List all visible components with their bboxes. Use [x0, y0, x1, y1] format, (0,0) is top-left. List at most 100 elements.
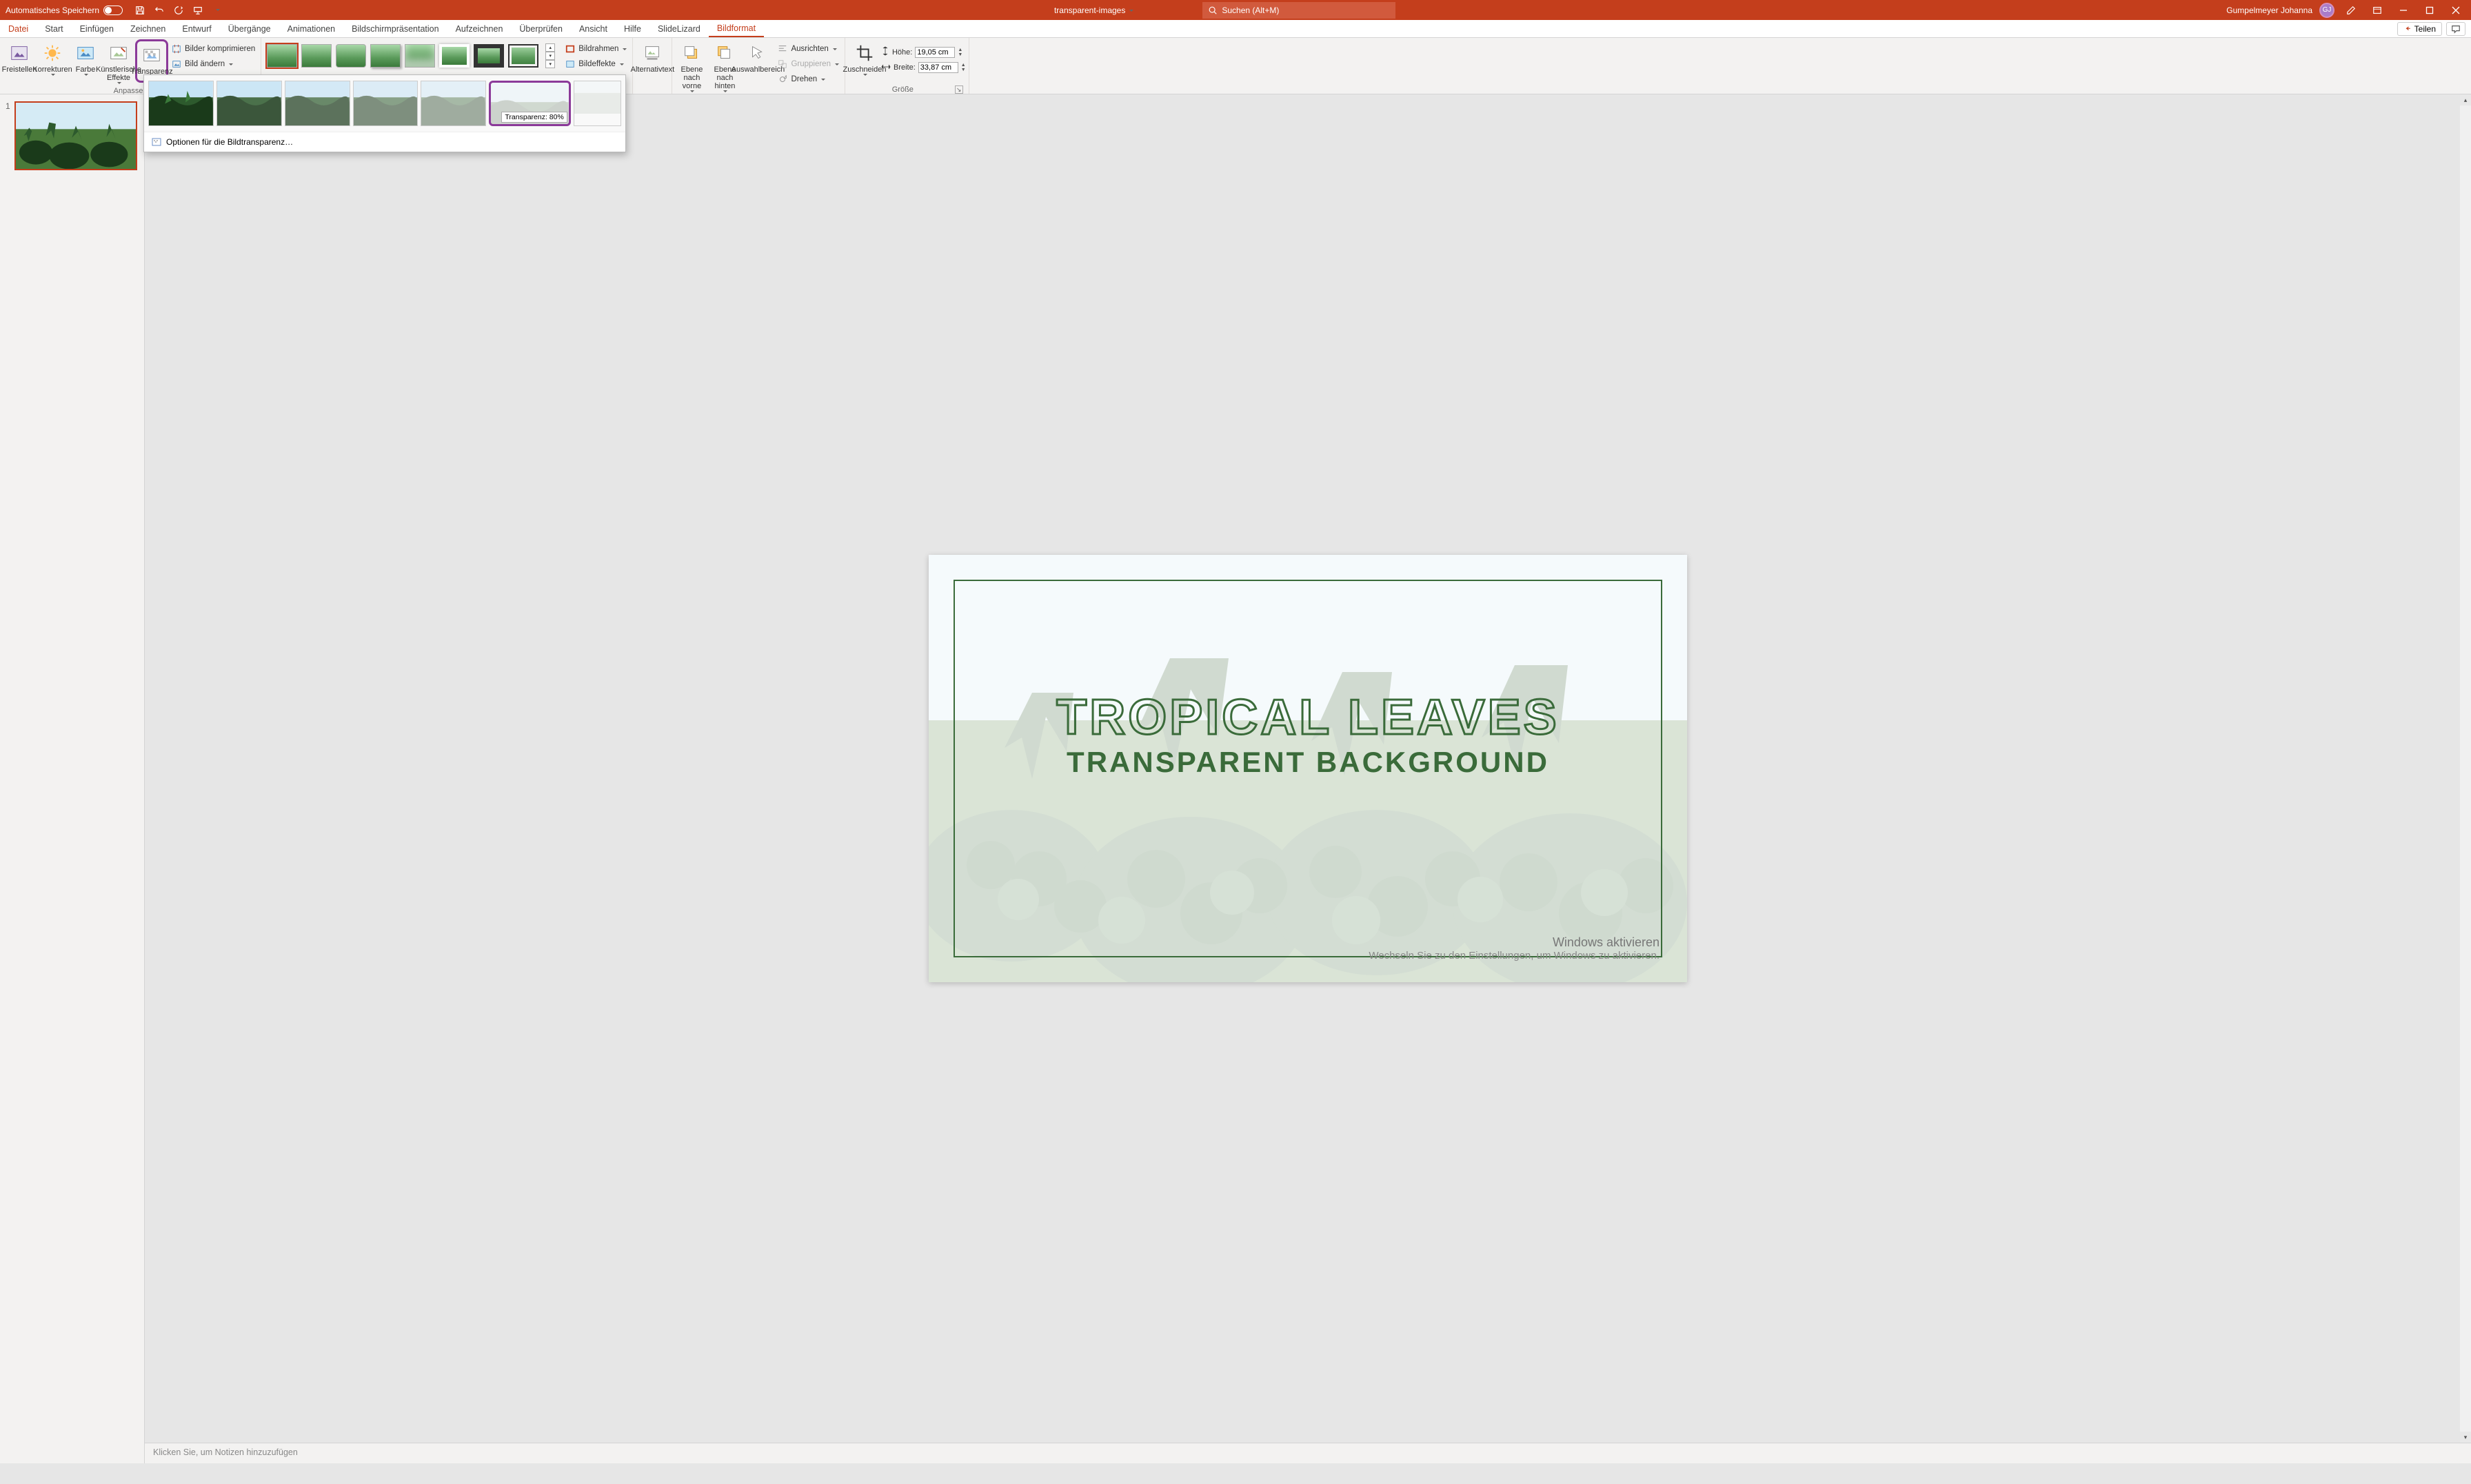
windows-activation-watermark: Windows aktivieren Wechseln Sie zu den E…: [1369, 935, 1660, 962]
slide-title: TROPICAL LEAVES: [929, 689, 1687, 746]
tab-insert[interactable]: Einfügen: [72, 20, 122, 37]
tab-slideshow[interactable]: Bildschirmpräsentation: [343, 20, 447, 37]
share-button[interactable]: Teilen: [2397, 22, 2442, 36]
transparency-preset-2[interactable]: [285, 81, 350, 126]
compress-pictures-button[interactable]: Bilder komprimieren: [168, 42, 258, 56]
minimize-button[interactable]: [2394, 1, 2413, 20]
ribbon-display-options-button[interactable]: [2368, 1, 2387, 20]
corrections-button[interactable]: Korrekturen: [36, 39, 69, 79]
comments-button[interactable]: [2446, 22, 2465, 36]
maximize-button[interactable]: [2420, 1, 2439, 20]
picture-effects-button[interactable]: Bildeffekte: [562, 57, 629, 71]
scroll-down-button[interactable]: ▾: [2460, 1432, 2471, 1443]
transparency-preset-1[interactable]: [216, 81, 282, 126]
scroll-up-button[interactable]: ▴: [2460, 94, 2471, 105]
slide-canvas[interactable]: TROPICAL LEAVES TRANSPARENT BACKGROUND W…: [145, 94, 2471, 1443]
width-input[interactable]: [918, 62, 958, 73]
style-thumb[interactable]: [405, 44, 435, 68]
style-thumb[interactable]: [370, 44, 401, 68]
group-button[interactable]: Gruppieren: [774, 57, 842, 71]
rotate-icon: [777, 74, 788, 85]
notes-pane[interactable]: Klicken Sie, um Notizen hinzuzufügen: [145, 1443, 2471, 1463]
transparency-preset-4[interactable]: [421, 81, 486, 126]
transparency-preset-3[interactable]: [353, 81, 418, 126]
tab-record[interactable]: Aufzeichnen: [447, 20, 512, 37]
search-input[interactable]: Suchen (Alt+M): [1202, 2, 1395, 19]
transparency-options-button[interactable]: Optionen für die Bildtransparenz…: [144, 132, 625, 152]
backward-icon: [714, 42, 736, 64]
artistic-effects-button[interactable]: Künstlerische Effekte: [102, 39, 135, 87]
style-thumb[interactable]: [336, 44, 366, 68]
vertical-scrollbar[interactable]: ▴ ▾: [2460, 94, 2471, 1443]
size-dialog-launcher[interactable]: ↘: [955, 85, 963, 94]
undo-button[interactable]: [153, 4, 165, 17]
bring-forward-button[interactable]: Ebene nach vorne: [675, 39, 708, 95]
toggle-off-icon: [103, 6, 123, 15]
slide-thumbnail-1[interactable]: [14, 101, 137, 170]
tab-view[interactable]: Ansicht: [571, 20, 616, 37]
tab-transitions[interactable]: Übergänge: [220, 20, 279, 37]
width-label: Breite:: [894, 63, 916, 72]
change-picture-button[interactable]: Bild ändern: [168, 57, 258, 71]
spin-down[interactable]: ▼: [961, 68, 966, 72]
tab-start[interactable]: Start: [37, 20, 71, 37]
picture-styles-gallery[interactable]: ▴ ▾ ▾: [264, 39, 558, 72]
redo-button[interactable]: [172, 4, 185, 17]
crop-button[interactable]: Zuschneiden: [848, 39, 881, 79]
slide-thumbnail-panel: 1: [0, 94, 145, 1463]
transparency-icon: [141, 44, 163, 66]
alttext-icon: [641, 42, 663, 64]
remove-bg-icon: [8, 42, 30, 64]
tab-file[interactable]: Datei: [0, 20, 37, 37]
autosave-toggle[interactable]: Automatisches Speichern: [6, 6, 123, 15]
slide: TROPICAL LEAVES TRANSPARENT BACKGROUND W…: [929, 555, 1687, 982]
style-thumb[interactable]: [267, 44, 297, 68]
style-thumb[interactable]: [301, 44, 332, 68]
gallery-down-button[interactable]: ▾: [545, 52, 555, 60]
present-from-start-button[interactable]: [192, 4, 204, 17]
border-icon: [565, 43, 576, 54]
ribbon-tabs: Datei Start Einfügen Zeichnen Entwurf Üb…: [0, 20, 2471, 38]
tab-animations[interactable]: Animationen: [279, 20, 344, 37]
tab-review[interactable]: Überprüfen: [511, 20, 571, 37]
pen-icon[interactable]: [2341, 1, 2361, 20]
spin-down[interactable]: ▼: [958, 52, 962, 57]
qat-more-button[interactable]: [211, 4, 223, 17]
transparency-tooltip: Transparenz: 80%: [501, 112, 567, 123]
transparency-preset-0[interactable]: [148, 81, 214, 126]
style-thumb[interactable]: [439, 44, 470, 68]
artistic-icon: [108, 42, 130, 64]
tab-help[interactable]: Hilfe: [616, 20, 649, 37]
document-title[interactable]: transparent-images: [1054, 6, 1133, 15]
style-thumb[interactable]: [474, 44, 504, 68]
tab-picture-format[interactable]: Bildformat: [709, 20, 764, 37]
transparency-preset-80-highlighted[interactable]: Transparenz: 80%: [489, 81, 571, 126]
selection-pane-button[interactable]: Auswahlbereich: [741, 39, 774, 77]
style-thumb[interactable]: [508, 44, 538, 68]
remove-background-button[interactable]: Freistellen: [3, 39, 36, 77]
share-icon: [2403, 25, 2412, 33]
save-button[interactable]: [134, 4, 146, 17]
picture-border-button[interactable]: Bildrahmen: [562, 42, 629, 56]
height-input[interactable]: [915, 47, 955, 58]
transparency-dropdown: Transparenz: 80% Optionen für die Bildtr…: [143, 74, 626, 152]
user-name: Gumpelmeyer Johanna: [2226, 6, 2312, 15]
height-icon: [881, 46, 889, 58]
tab-slidelizard[interactable]: SlideLizard: [649, 20, 709, 37]
gallery-up-button[interactable]: ▴: [545, 43, 555, 52]
align-button[interactable]: Ausrichten: [774, 42, 842, 56]
close-button[interactable]: [2446, 1, 2465, 20]
compress-icon: [171, 43, 182, 54]
user-avatar[interactable]: GJ: [2319, 3, 2334, 18]
gallery-more-button[interactable]: ▾: [545, 60, 555, 68]
chevron-down-icon: [1128, 6, 1133, 15]
alt-text-button[interactable]: Alternativtext: [636, 39, 669, 77]
spin-up[interactable]: ▲: [961, 63, 966, 68]
slide-number: 1: [6, 101, 10, 170]
tab-design[interactable]: Entwurf: [174, 20, 219, 37]
rotate-button[interactable]: Drehen: [774, 72, 842, 86]
spin-up[interactable]: ▲: [958, 48, 962, 52]
transparency-preset-6[interactable]: [574, 81, 621, 126]
tab-draw[interactable]: Zeichnen: [122, 20, 174, 37]
forward-icon: [680, 42, 703, 64]
